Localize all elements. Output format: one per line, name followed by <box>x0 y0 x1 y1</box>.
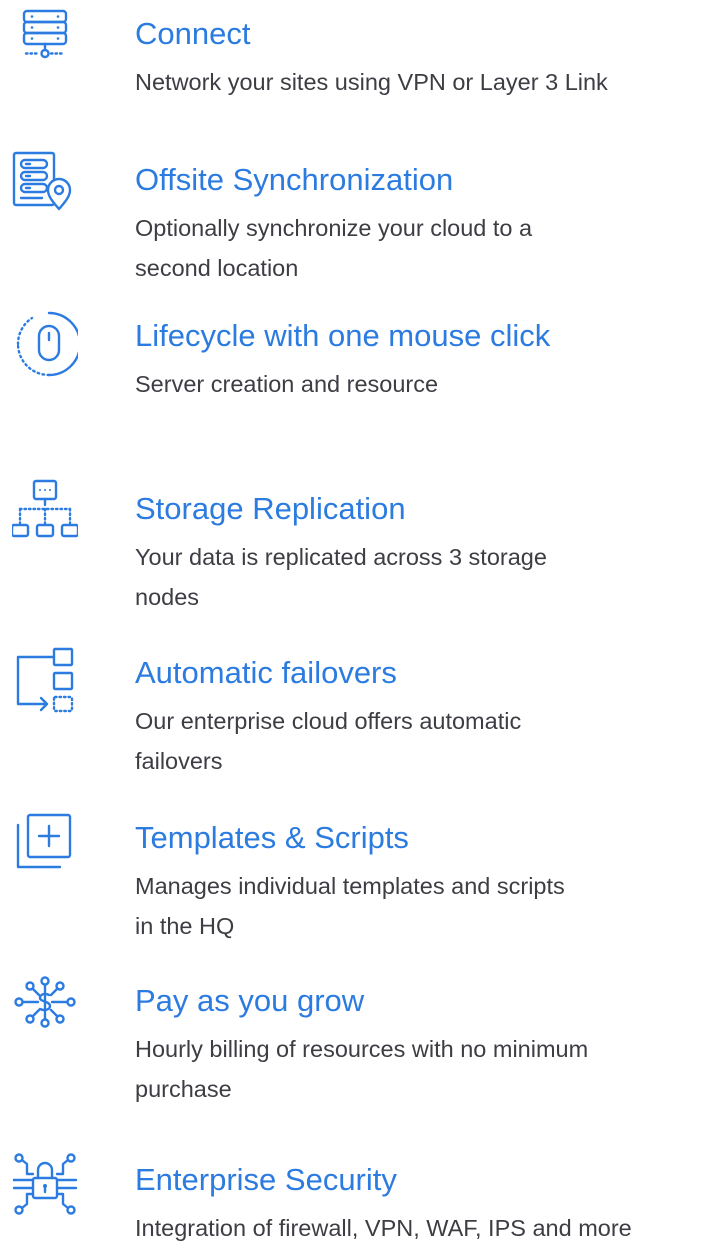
feature-list: Connect Network your sites using VPN or … <box>0 0 725 1254</box>
feature-description-line: Hourly billing of resources with no mini… <box>135 1036 589 1062</box>
feature-description: Manages individual templates and scripts… <box>135 866 725 946</box>
feature-title: Offsite Synchronization <box>135 162 454 197</box>
feature-description: Integration of firewall, VPN, WAF, IPS a… <box>135 1208 725 1248</box>
feature-description: Your data is replicated across 3 storage… <box>135 537 725 617</box>
feature-title: Lifecycle with one mouse click <box>135 318 551 353</box>
server-stack-icon <box>12 8 78 74</box>
feature-title: Automatic failovers <box>135 655 397 690</box>
feature-description: Network your sites using VPN or Layer 3 … <box>135 62 725 102</box>
feature-description-line: nodes <box>135 584 200 610</box>
feature-description: Hourly billing of resources with no mini… <box>135 1029 725 1109</box>
lock-circuit-icon <box>12 1152 78 1218</box>
feature-description-line: Optionally synchronize your cloud to a <box>135 215 533 241</box>
feature-title: Connect <box>135 16 251 51</box>
feature-description-line: second location <box>135 255 299 281</box>
failover-icon <box>12 647 78 713</box>
mouse-click-icon <box>12 311 78 377</box>
feature-description: Our enterprise cloud offers automatic fa… <box>135 701 725 781</box>
feature-description-line: purchase <box>135 1076 232 1102</box>
feature-description-line: Manages individual templates and scripts <box>135 873 565 899</box>
feature-title: Templates & Scripts <box>135 820 409 855</box>
feature-description-line: Server creation and resource <box>135 371 439 397</box>
feature-description-line: Your data is replicated across 3 storage <box>135 544 547 570</box>
add-template-icon <box>12 813 78 879</box>
feature-description-line: Our enterprise cloud offers automatic <box>135 708 522 734</box>
dollar-network-icon <box>12 973 78 1039</box>
feature-description: Server creation and resource <box>135 364 725 404</box>
feature-title: Storage Replication <box>135 491 406 526</box>
server-location-icon <box>12 150 78 216</box>
feature-description-line: failovers <box>135 748 223 774</box>
replication-tree-icon <box>12 479 78 545</box>
feature-description-line: Integration of firewall, VPN, WAF, IPS a… <box>135 1215 632 1241</box>
feature-description-line: Network your sites using VPN or Layer 3 … <box>135 69 608 95</box>
feature-title: Enterprise Security <box>135 1162 397 1197</box>
feature-description-line: in the HQ <box>135 913 235 939</box>
feature-description: Optionally synchronize your cloud to a s… <box>135 208 725 288</box>
feature-title: Pay as you grow <box>135 983 365 1018</box>
